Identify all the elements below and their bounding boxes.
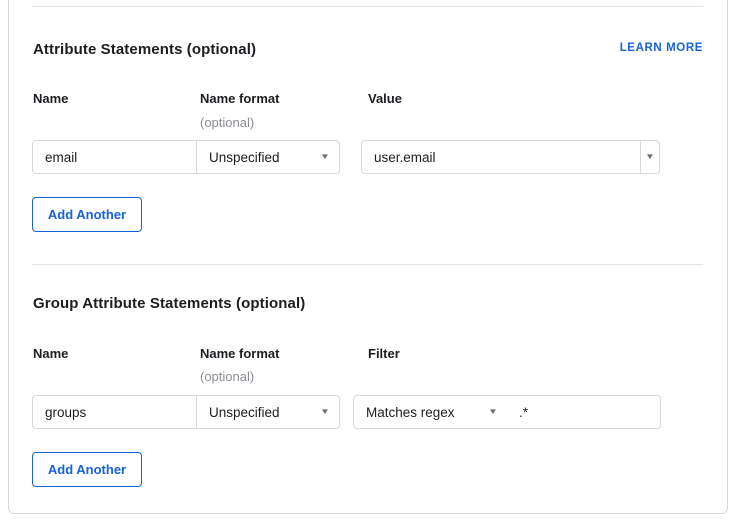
add-another-group-attribute-button[interactable]: Add Another bbox=[32, 452, 142, 487]
group-filter-value-input[interactable] bbox=[507, 396, 660, 428]
group-attribute-name-input[interactable] bbox=[33, 396, 196, 428]
column-header-name-format: Name format bbox=[200, 91, 279, 106]
group-filter-type-select[interactable]: Matches regex ▼ bbox=[354, 396, 507, 428]
column-header-name: Name bbox=[33, 346, 68, 361]
attribute-value-combobox: ▼ bbox=[361, 140, 660, 174]
chevron-down-icon: ▼ bbox=[645, 153, 655, 161]
group-attribute-name-format-select[interactable]: Unspecified ▼ bbox=[196, 396, 339, 428]
attribute-name-input[interactable] bbox=[33, 141, 196, 173]
page: Attribute Statements (optional) LEARN MO… bbox=[0, 0, 737, 530]
group-attribute-filter-group: Matches regex ▼ bbox=[353, 395, 661, 429]
chevron-down-icon: ▼ bbox=[320, 408, 330, 416]
saml-settings-card: Attribute Statements (optional) LEARN MO… bbox=[8, 0, 728, 514]
name-format-optional-note: (optional) bbox=[200, 115, 254, 130]
column-header-value: Value bbox=[368, 91, 402, 106]
group-attribute-name-format-group: Unspecified ▼ bbox=[32, 395, 340, 429]
attribute-name-format-select[interactable]: Unspecified ▼ bbox=[196, 141, 339, 173]
column-header-name-format: Name format bbox=[200, 346, 279, 361]
attribute-value-dropdown-button[interactable]: ▼ bbox=[640, 141, 659, 173]
column-header-name: Name bbox=[33, 91, 68, 106]
section-divider-top bbox=[32, 6, 703, 7]
chevron-down-icon: ▼ bbox=[320, 153, 330, 161]
attribute-value-input[interactable] bbox=[362, 141, 640, 173]
add-another-attribute-button[interactable]: Add Another bbox=[32, 197, 142, 232]
group-attribute-name-format-value: Unspecified bbox=[209, 405, 280, 420]
attribute-statements-title: Attribute Statements (optional) bbox=[33, 41, 256, 58]
chevron-down-icon: ▼ bbox=[488, 408, 498, 416]
name-format-optional-note: (optional) bbox=[200, 369, 254, 384]
group-attribute-statements-title: Group Attribute Statements (optional) bbox=[33, 295, 305, 312]
attribute-name-format-group: Unspecified ▼ bbox=[32, 140, 340, 174]
section-divider-middle bbox=[32, 264, 703, 265]
attribute-name-format-value: Unspecified bbox=[209, 150, 280, 165]
group-filter-type-value: Matches regex bbox=[366, 405, 455, 420]
column-header-filter: Filter bbox=[368, 346, 400, 361]
learn-more-link[interactable]: LEARN MORE bbox=[620, 42, 703, 54]
